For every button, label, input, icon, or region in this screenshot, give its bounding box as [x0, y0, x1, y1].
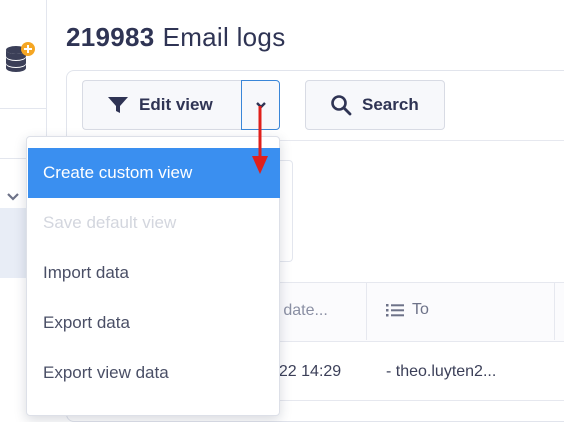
database-add-icon[interactable] — [4, 40, 36, 74]
search-label: Search — [362, 95, 419, 114]
view-options-toggle[interactable] — [241, 80, 280, 130]
view-options-menu: Create custom view Save default view Imp… — [26, 136, 280, 416]
list-icon — [386, 304, 404, 317]
table-cell-date: 022 14:29 — [270, 363, 342, 380]
sidebar-selected-item[interactable] — [0, 208, 28, 278]
menu-item-create-custom-view[interactable]: Create custom view — [28, 148, 280, 198]
column-separator[interactable] — [554, 282, 555, 340]
menu-item-import-data[interactable]: Import data — [28, 248, 280, 298]
page-title: 219983 Email logs — [66, 22, 286, 53]
edit-view-button[interactable]: Edit view — [82, 80, 242, 130]
chevron-down-icon[interactable] — [6, 190, 20, 204]
menu-item-export-data[interactable]: Export data — [28, 298, 280, 348]
search-button[interactable]: Search — [305, 80, 445, 130]
edit-view-label: Edit view — [139, 95, 213, 114]
menu-item-export-view-data[interactable]: Export view data — [28, 348, 280, 398]
row-divider — [270, 400, 564, 401]
filter-icon — [108, 97, 128, 113]
column-header-to[interactable]: To — [386, 301, 429, 319]
record-id: 219983 — [66, 22, 155, 52]
search-icon — [331, 95, 352, 116]
column-header-to-label: To — [412, 301, 429, 318]
menu-item-save-default-view: Save default view — [43, 213, 177, 232]
table-cell-to[interactable]: - theo.luyten2... — [386, 363, 496, 381]
column-separator[interactable] — [366, 282, 367, 340]
page-name: Email logs — [162, 22, 286, 52]
chevron-down-icon — [255, 102, 266, 109]
